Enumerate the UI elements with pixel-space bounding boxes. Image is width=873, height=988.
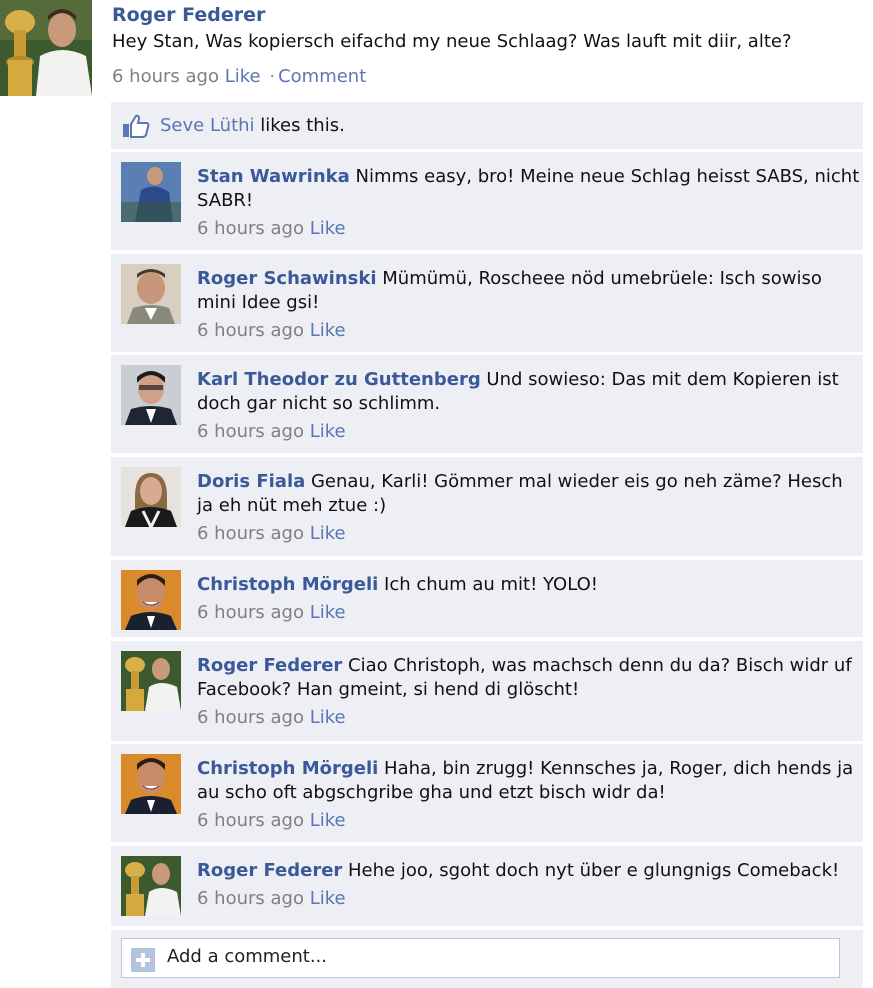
plus-icon (131, 948, 155, 972)
comment-like-link[interactable]: Like (310, 523, 346, 544)
comment-timestamp[interactable]: 6 hours ago (197, 602, 304, 623)
comment-avatar[interactable] (121, 856, 181, 916)
comment-body: Doris Fiala Genau, Karli! Gömmer mal wie… (197, 470, 861, 546)
comment-meta: 6 hours ago Like (197, 809, 861, 833)
comment-author[interactable]: Stan Wawrinka (197, 166, 350, 187)
post-author-name[interactable]: Roger Federer (112, 4, 265, 26)
post-author-avatar[interactable] (0, 0, 92, 96)
comment-meta: 6 hours ago Like (197, 217, 861, 241)
comment-author[interactable]: Roger Federer (197, 655, 342, 676)
comment-body: Roger Schawinski Mümümü, Roscheee nöd um… (197, 267, 861, 343)
likes-text: Seve Lüthi likes this. (160, 115, 345, 136)
comment-avatar[interactable] (121, 754, 181, 814)
comment-body: Roger Federer Hehe joo, sgoht doch nyt ü… (197, 859, 861, 911)
meta-separator: · (269, 66, 276, 87)
comment-like-link[interactable]: Like (310, 602, 346, 623)
comment-author[interactable]: Karl Theodor zu Guttenberg (197, 369, 481, 390)
comment-body: Roger Federer Ciao Christoph, was machsc… (197, 654, 861, 730)
comment-avatar[interactable] (121, 467, 181, 527)
comment-timestamp[interactable]: 6 hours ago (197, 810, 304, 831)
comment-author[interactable]: Christoph Mörgeli (197, 758, 378, 779)
post-text: Hey Stan, Was kopiersch eifachd my neue … (112, 31, 792, 52)
comment-timestamp[interactable]: 6 hours ago (197, 320, 304, 341)
comment: Roger Schawinski Mümümü, Roscheee nöd um… (111, 254, 863, 352)
likes-suffix: likes this. (254, 115, 345, 136)
comment-timestamp[interactable]: 6 hours ago (197, 218, 304, 239)
add-comment-area: Add a comment... (111, 930, 863, 988)
comment-like-link[interactable]: Like (310, 320, 346, 341)
post-timestamp[interactable]: 6 hours ago (112, 66, 219, 87)
comment-meta: 6 hours ago Like (197, 601, 861, 625)
comment: Karl Theodor zu Guttenberg Und sowieso: … (111, 355, 863, 453)
comment: Christoph Mörgeli Ich chum au mit! YOLO!… (111, 560, 863, 637)
comment-text: Hehe joo, sgoht doch nyt über e glungnig… (342, 860, 840, 881)
comment-meta: 6 hours ago Like (197, 319, 861, 343)
thumbs-up-icon (123, 114, 150, 138)
comment-timestamp[interactable]: 6 hours ago (197, 707, 304, 728)
comment-like-link[interactable]: Like (310, 218, 346, 239)
post-comment-link[interactable]: Comment (278, 66, 366, 87)
comment-text: Ich chum au mit! YOLO! (378, 574, 598, 595)
liker-link[interactable]: Seve Lüthi (160, 115, 255, 136)
comment-avatar[interactable] (121, 365, 181, 425)
comment-timestamp[interactable]: 6 hours ago (197, 888, 304, 909)
comment-body: Christoph Mörgeli Haha, bin zrugg! Kenns… (197, 757, 861, 833)
comment-avatar[interactable] (121, 264, 181, 324)
comment-like-link[interactable]: Like (310, 707, 346, 728)
comment-avatar[interactable] (121, 651, 181, 711)
add-comment-input[interactable]: Add a comment... (121, 938, 840, 978)
comment-author[interactable]: Christoph Mörgeli (197, 574, 378, 595)
comment: Stan Wawrinka Nimms easy, bro! Meine neu… (111, 152, 863, 250)
comment-author[interactable]: Roger Federer (197, 860, 342, 881)
comment: Doris Fiala Genau, Karli! Gömmer mal wie… (111, 457, 863, 556)
comment: Christoph Mörgeli Haha, bin zrugg! Kenns… (111, 744, 863, 842)
likes-summary: Seve Lüthi likes this. (111, 102, 863, 149)
comment: Roger Federer Hehe joo, sgoht doch nyt ü… (111, 846, 863, 926)
comment-timestamp[interactable]: 6 hours ago (197, 421, 304, 442)
comment-body: Stan Wawrinka Nimms easy, bro! Meine neu… (197, 165, 861, 241)
comment-like-link[interactable]: Like (310, 421, 346, 442)
comment-body: Christoph Mörgeli Ich chum au mit! YOLO!… (197, 573, 861, 625)
add-comment-placeholder: Add a comment... (167, 946, 328, 967)
comment-meta: 6 hours ago Like (197, 706, 861, 730)
comment-timestamp[interactable]: 6 hours ago (197, 523, 304, 544)
comment-like-link[interactable]: Like (310, 810, 346, 831)
comment-author[interactable]: Doris Fiala (197, 471, 305, 492)
comment-body: Karl Theodor zu Guttenberg Und sowieso: … (197, 368, 861, 444)
comment-avatar[interactable] (121, 570, 181, 630)
post-meta: 6 hours ago Like · Comment (112, 66, 366, 87)
post-like-link[interactable]: Like (225, 66, 261, 87)
comment-meta: 6 hours ago Like (197, 420, 861, 444)
comment-like-link[interactable]: Like (310, 888, 346, 909)
comment-meta: 6 hours ago Like (197, 887, 861, 911)
comment-author[interactable]: Roger Schawinski (197, 268, 377, 289)
comment: Roger Federer Ciao Christoph, was machsc… (111, 641, 863, 741)
comment-meta: 6 hours ago Like (197, 522, 861, 546)
comment-avatar[interactable] (121, 162, 181, 222)
